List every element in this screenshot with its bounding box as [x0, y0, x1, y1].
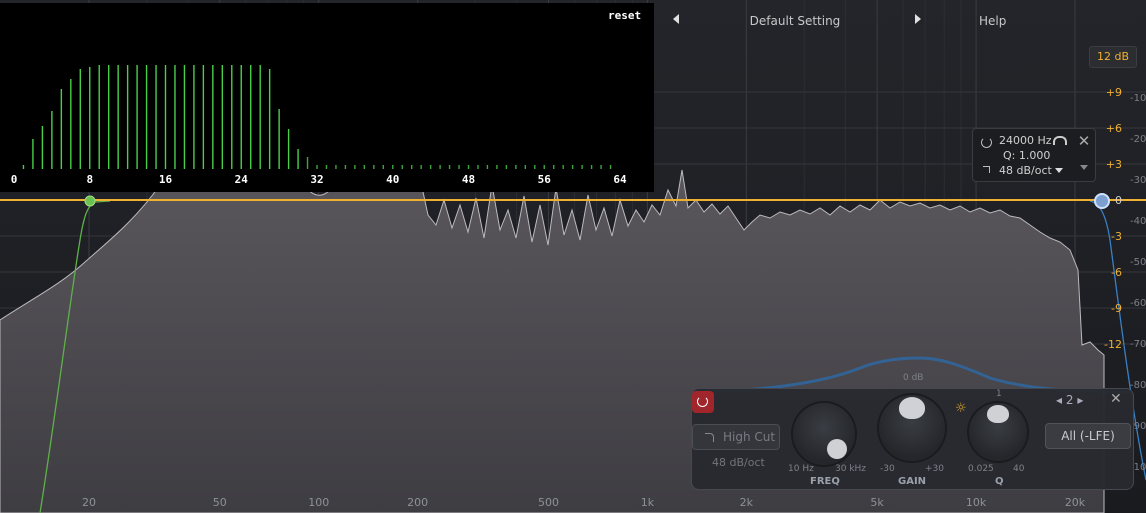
q-knob-indicator [987, 405, 1009, 423]
freq-knob-indicator [827, 439, 847, 459]
freq-tick-label: 50 [213, 496, 227, 509]
spectrum-tick-label: 16 [159, 173, 173, 186]
analyzer-tick-label: -40 [1130, 216, 1146, 227]
gain-tick-label: -6 [1111, 266, 1122, 279]
chevron-down-icon [1080, 165, 1088, 170]
analyzer-tick-label: -10 [1130, 93, 1146, 104]
spectrum-tick-label: 64 [613, 173, 627, 186]
power-icon[interactable] [981, 137, 992, 148]
gain-tick-label: -12 [1104, 338, 1122, 351]
auto-gain-icon[interactable]: ☼ [955, 401, 967, 416]
preset-prev-button[interactable] [673, 14, 679, 24]
q-top-label: 1 [996, 389, 1002, 399]
gain-tick-label: -9 [1111, 302, 1122, 315]
popup-close-button[interactable]: ✕ [1074, 128, 1094, 154]
freq-min-label: 10 Hz [788, 464, 814, 474]
spectrum-tick-label: 40 [386, 173, 399, 186]
gain-tick-label: -3 [1111, 230, 1122, 243]
help-button[interactable]: Help [979, 14, 1006, 28]
analyzer-tick-label: -20 [1130, 134, 1146, 145]
gain-knob[interactable] [879, 395, 945, 461]
chevron-left-icon[interactable]: ◂ [1056, 393, 1062, 407]
band-selector[interactable]: ◂ 2 ▸ [1056, 393, 1083, 407]
gain-label: GAIN [898, 476, 927, 487]
band-close-button[interactable]: ✕ [1110, 391, 1122, 407]
freq-tick-label: 2k [740, 496, 754, 509]
q-knob[interactable] [969, 403, 1027, 461]
band-power-button[interactable] [692, 391, 714, 413]
display-range-button[interactable]: 12 dB [1089, 46, 1137, 68]
chevron-right-icon[interactable]: ▸ [1077, 393, 1083, 407]
high-cut-shape-icon [705, 433, 714, 442]
spectrum-tick-label: 8 [86, 173, 93, 186]
band-number: 2 [1065, 393, 1074, 407]
preset-name[interactable]: Default Setting [725, 14, 865, 28]
freq-max-label: 30 kHz [835, 464, 867, 474]
filter-shape-button[interactable]: High Cut [692, 424, 780, 450]
band-q[interactable]: Q: 1.000 [1003, 149, 1050, 162]
gain-min-label: -30 [880, 464, 895, 474]
freq-tick-label: 10k [966, 496, 987, 509]
band-slope[interactable]: 48 dB/oct [999, 164, 1052, 177]
reset-button[interactable]: reset [608, 9, 641, 22]
freq-tick-label: 500 [538, 496, 559, 509]
q-max-label: 40 [1013, 464, 1025, 474]
spectrum-tick-label: 56 [538, 173, 552, 186]
analyzer-tick-label: -70 [1130, 339, 1146, 350]
gain-top-label: 0 dB [903, 373, 924, 383]
freq-knob[interactable] [793, 403, 855, 465]
spectrum-tick-label: 32 [310, 173, 323, 186]
band-1-node[interactable] [84, 195, 96, 207]
gain-tick-label: +6 [1106, 122, 1122, 135]
gain-max-label: +30 [925, 464, 944, 474]
freq-tick-label: 200 [407, 496, 428, 509]
headphones-icon[interactable] [1053, 136, 1067, 145]
spectrum-tick-label: 48 [462, 173, 475, 186]
freq-tick-label: 5k [870, 496, 884, 509]
preset-bar: Default Setting Help [655, 6, 1135, 36]
spectrum-tick-label: 24 [235, 173, 249, 186]
spectrum-overlay: reset 0 8 16 24 32 40 48 56 64 [0, 3, 654, 192]
freq-tick-label: 1k [641, 496, 655, 509]
q-min-label: 0.025 [968, 464, 994, 474]
popup-menu-button[interactable] [1074, 156, 1094, 180]
filter-shape-label: High Cut [723, 430, 776, 444]
gain-tick-label: +9 [1106, 86, 1122, 99]
freq-label: FREQ [810, 476, 840, 487]
analyzer-tick-label: -30 [1130, 175, 1146, 186]
gain-tick-label: 0 [1115, 194, 1122, 207]
gain-tick-label: +3 [1106, 158, 1122, 171]
band-control-panel: High Cut 48 dB/oct 10 Hz 30 kHz FREQ 0 d… [691, 373, 1134, 490]
spectrum-tick-label: 0 [11, 173, 18, 186]
output-channel-button[interactable]: All (-LFE) [1045, 423, 1131, 449]
gain-knob-indicator [899, 397, 925, 419]
spectrum-bars: 0 8 16 24 32 40 48 56 64 [11, 65, 627, 186]
freq-tick-label: 20 [82, 496, 96, 509]
analyzer-tick-label: -50 [1130, 257, 1146, 268]
chevron-down-icon[interactable] [1055, 168, 1063, 173]
preset-next-button[interactable] [915, 14, 921, 24]
band-2-node[interactable] [1094, 193, 1110, 209]
analyzer-tick-label: -60 [1130, 298, 1146, 309]
slope-value[interactable]: 48 dB/oct [712, 456, 765, 469]
high-cut-shape-icon [983, 166, 990, 173]
q-label: Q [995, 476, 1004, 487]
band-frequency[interactable]: 24000 Hz [999, 134, 1052, 147]
freq-tick-label: 20k [1065, 496, 1086, 509]
analyzer-tick-label: -80 [1130, 380, 1146, 391]
freq-tick-label: 100 [308, 496, 329, 509]
